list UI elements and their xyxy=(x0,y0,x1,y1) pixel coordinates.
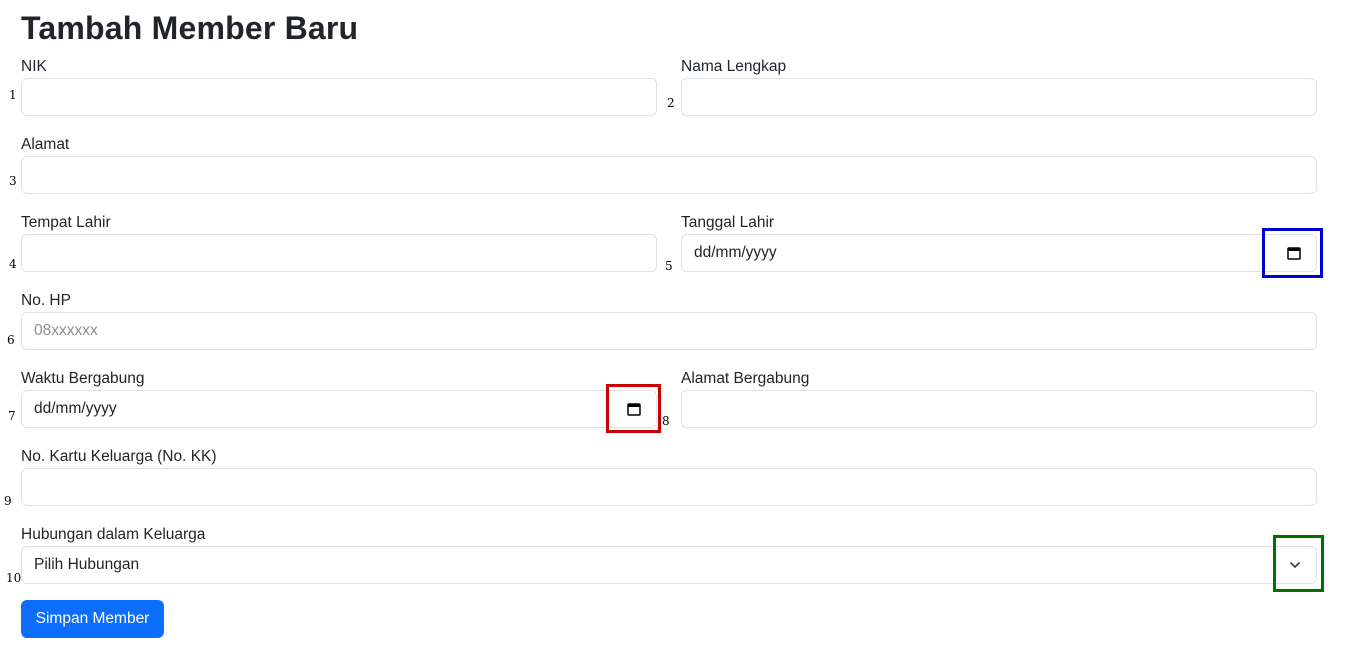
waktu-bergabung-date-value: dd/mm/yyyy xyxy=(34,400,117,417)
hubungan-select[interactable]: Pilih Hubungan xyxy=(21,546,1317,584)
waktu-bergabung-label: Waktu Bergabung xyxy=(21,370,145,387)
field-number-10: 10 xyxy=(6,571,22,585)
nik-label: NIK xyxy=(21,58,47,75)
nik-input[interactable] xyxy=(21,78,657,116)
alamat-input[interactable] xyxy=(21,156,1317,194)
nama-lengkap-input[interactable] xyxy=(681,78,1317,116)
chevron-down-icon[interactable] xyxy=(1289,559,1301,571)
no-kk-label: No. Kartu Keluarga (No. KK) xyxy=(21,448,217,465)
alamat-label: Alamat xyxy=(21,136,70,153)
alamat-bergabung-input[interactable] xyxy=(681,390,1317,428)
page-title: Tambah Member Baru xyxy=(21,10,359,46)
alamat-bergabung-label: Alamat Bergabung xyxy=(681,370,810,387)
field-number-3: 3 xyxy=(9,174,17,188)
simpan-member-button[interactable]: Simpan Member xyxy=(21,600,164,638)
tanggal-lahir-date-input[interactable]: dd/mm/yyyy xyxy=(681,234,1317,272)
waktu-bergabung-date-input[interactable]: dd/mm/yyyy xyxy=(21,390,657,428)
calendar-icon[interactable] xyxy=(627,402,641,416)
field-number-9: 9 xyxy=(4,494,12,508)
tempat-lahir-label: Tempat Lahir xyxy=(21,214,111,231)
field-number-1: 1 xyxy=(9,88,17,102)
field-number-7: 7 xyxy=(8,409,16,423)
hubungan-selected-value: Pilih Hubungan xyxy=(34,556,140,573)
tanggal-lahir-label: Tanggal Lahir xyxy=(681,214,775,231)
no-hp-input[interactable] xyxy=(21,312,1317,350)
field-number-5: 5 xyxy=(665,259,673,273)
no-kk-input[interactable] xyxy=(21,468,1317,506)
calendar-icon[interactable] xyxy=(1287,246,1301,260)
no-hp-label: No. HP xyxy=(21,292,71,309)
tanggal-lahir-date-value: dd/mm/yyyy xyxy=(694,244,777,261)
field-number-8: 8 xyxy=(662,414,670,428)
nama-lengkap-label: Nama Lengkap xyxy=(681,58,787,75)
field-number-2: 2 xyxy=(667,96,675,110)
tempat-lahir-input[interactable] xyxy=(21,234,657,272)
hubungan-label: Hubungan dalam Keluarga xyxy=(21,526,206,543)
field-number-4: 4 xyxy=(9,257,17,271)
field-number-6: 6 xyxy=(7,333,15,347)
